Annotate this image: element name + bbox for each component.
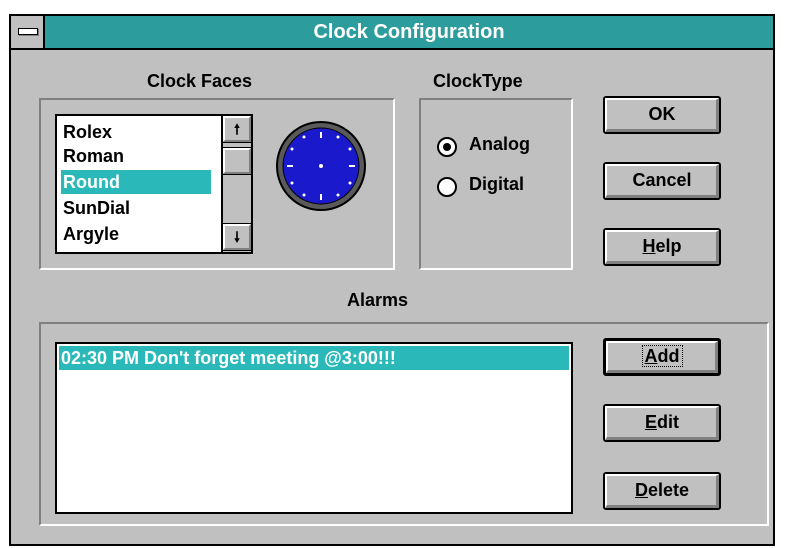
edit-button-label: Edit <box>605 406 719 440</box>
system-menu-icon <box>18 28 38 35</box>
digital-radio[interactable] <box>437 177 457 197</box>
arrow-up-icon: 🠕 <box>233 121 240 137</box>
radio-selected-dot <box>443 143 451 151</box>
edit-mnemonic: E <box>644 412 657 432</box>
alarms-listbox[interactable]: 02:30 PM Don't forget meeting @3:00!!! <box>55 342 573 514</box>
delete-mnemonic: D <box>634 480 648 500</box>
ok-button-label: OK <box>648 104 676 124</box>
list-item-roman[interactable]: Roman <box>61 144 211 168</box>
digital-radio-label[interactable]: Digital <box>469 174 524 195</box>
analog-radio-label[interactable]: Analog <box>469 134 530 155</box>
help-button[interactable]: Help <box>603 228 721 266</box>
system-menu-button[interactable] <box>11 16 45 48</box>
delete-rest: elete <box>647 480 690 500</box>
add-rest: dd <box>657 346 680 366</box>
clock-configuration-dialog: Clock Configuration Clock Faces Rolex Ro… <box>9 14 775 546</box>
help-rest: elp <box>655 236 682 256</box>
edit-button[interactable]: Edit <box>603 404 721 442</box>
alarms-label: Alarms <box>347 290 409 310</box>
delete-button-label: Delete <box>605 474 719 508</box>
list-item-argyle[interactable]: Argyle <box>61 222 211 246</box>
list-item-round[interactable]: Round <box>61 170 211 194</box>
title-bar: Clock Configuration <box>11 16 773 50</box>
add-mnemonic: A <box>644 346 658 366</box>
help-mnemonic: H <box>642 236 656 256</box>
focus-rect: Add <box>641 345 683 367</box>
cancel-button[interactable]: Cancel <box>603 162 721 200</box>
add-button[interactable]: Add <box>603 338 721 376</box>
clock-type-label: ClockType <box>433 71 523 91</box>
clock-faces-listbox[interactable]: Rolex Roman Round SunDial Argyle 🠕 🠗 <box>55 114 253 254</box>
alarm-item[interactable]: 02:30 PM Don't forget meeting @3:00!!! <box>59 346 569 370</box>
scroll-thumb[interactable] <box>222 147 251 175</box>
scroll-up-button[interactable]: 🠕 <box>222 116 251 143</box>
cancel-button-label: Cancel <box>632 170 692 190</box>
delete-button[interactable]: Delete <box>603 472 721 510</box>
clock-faces-label: Clock Faces <box>147 71 253 91</box>
ok-button[interactable]: OK <box>603 96 721 134</box>
clock-face-preview-icon <box>276 121 366 211</box>
analog-radio[interactable] <box>437 137 457 157</box>
arrow-down-icon: 🠗 <box>233 229 240 245</box>
edit-rest: dit <box>657 412 679 432</box>
add-button-label: Add <box>606 341 718 373</box>
list-item-rolex[interactable]: Rolex <box>61 120 211 144</box>
list-item-sundial[interactable]: SunDial <box>61 196 211 220</box>
clock-faces-scrollbar[interactable]: 🠕 🠗 <box>221 116 251 252</box>
scroll-down-button[interactable]: 🠗 <box>222 223 251 251</box>
window-title: Clock Configuration <box>313 21 505 43</box>
help-button-label: Help <box>605 230 719 264</box>
